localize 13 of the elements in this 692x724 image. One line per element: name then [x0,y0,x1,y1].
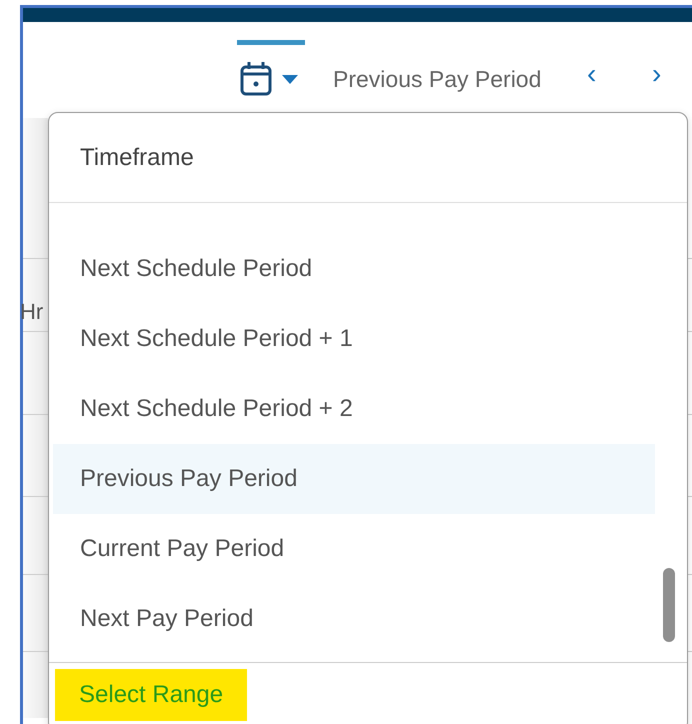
timeframe-option[interactable]: Next Schedule Period + 2 [53,374,655,444]
calendar-icon [240,60,272,96]
next-button[interactable]: › [648,60,666,88]
caret-icon [282,75,298,84]
period-label: Previous Pay Period [333,65,542,94]
timeframe-option[interactable]: Next Schedule Period + 1 [53,304,655,374]
timeframe-option[interactable]: Next Pay Period [53,584,655,654]
timeframe-option[interactable]: Next Schedule Period [53,234,655,304]
dropdown-title: Timeframe [49,113,687,203]
scrollbar-thumb[interactable] [663,568,675,642]
previous-button[interactable]: ‹ [583,60,600,88]
timeframe-option[interactable]: Previous Pay Period [53,444,655,514]
timeframe-option[interactable]: Current Pay Period [53,514,655,584]
